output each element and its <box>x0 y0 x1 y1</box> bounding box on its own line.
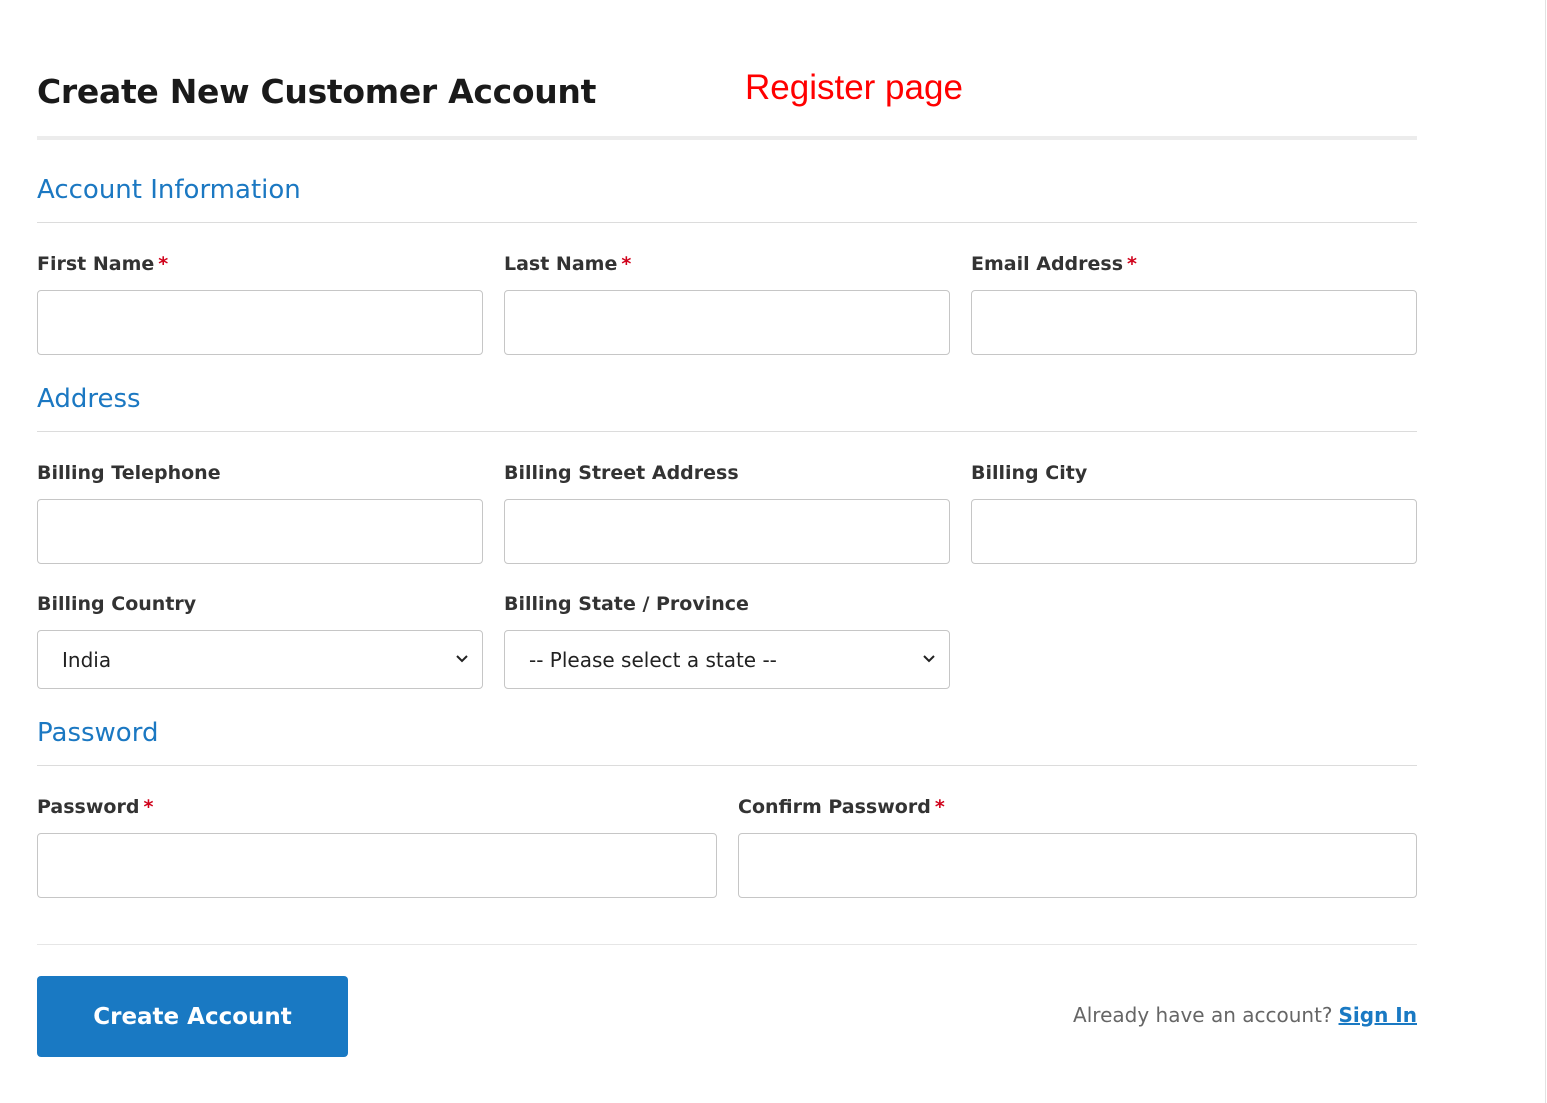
signin-prompt-row: Already have an account? Sign In <box>1073 1003 1417 1027</box>
billing-street-input[interactable] <box>504 499 950 564</box>
register-annotation: Register page <box>745 68 963 107</box>
billing-country-value: India <box>62 647 112 672</box>
last-name-label: Last Name * <box>504 253 632 275</box>
billing-telephone-field: Billing Telephone <box>37 460 483 564</box>
required-mark: * <box>934 796 945 818</box>
section-divider <box>37 431 1417 432</box>
section-title-password: Password <box>37 718 159 748</box>
first-name-label: First Name * <box>37 253 169 275</box>
billing-state-select[interactable]: -- Please select a state -- <box>504 630 950 689</box>
billing-telephone-input[interactable] <box>37 499 483 564</box>
create-account-button[interactable]: Create Account <box>37 976 348 1057</box>
confirm-password-label: Confirm Password * <box>738 796 945 818</box>
chevron-down-icon <box>456 655 468 663</box>
email-label: Email Address * <box>971 253 1137 275</box>
billing-country-label: Billing Country <box>37 593 197 615</box>
billing-country-select[interactable]: India <box>37 630 483 689</box>
first-name-field: First Name * <box>37 251 483 355</box>
password-field: Password * <box>37 794 717 898</box>
page-title: Create New Customer Account <box>37 72 597 111</box>
billing-state-field: Billing State / Province -- Please selec… <box>504 591 950 689</box>
billing-city-input[interactable] <box>971 499 1417 564</box>
section-title-address: Address <box>37 384 141 414</box>
signin-prompt-text: Already have an account? <box>1073 1003 1333 1027</box>
billing-country-field: Billing Country India <box>37 591 483 689</box>
confirm-password-input[interactable] <box>738 833 1417 898</box>
first-name-input[interactable] <box>37 290 483 355</box>
billing-street-label: Billing Street Address <box>504 462 739 484</box>
required-mark: * <box>158 253 169 275</box>
required-mark: * <box>1127 253 1137 275</box>
section-divider <box>37 765 1417 766</box>
section-title-account-information: Account Information <box>37 175 301 205</box>
email-field: Email Address * <box>971 251 1417 355</box>
sign-in-link[interactable]: Sign In <box>1339 1003 1417 1027</box>
billing-state-value: -- Please select a state -- <box>529 647 777 672</box>
password-input[interactable] <box>37 833 717 898</box>
password-label: Password * <box>37 796 154 818</box>
section-divider <box>37 222 1417 223</box>
billing-street-field: Billing Street Address <box>504 460 950 564</box>
email-input[interactable] <box>971 290 1417 355</box>
billing-telephone-label: Billing Telephone <box>37 462 221 484</box>
billing-city-label: Billing City <box>971 462 1088 484</box>
confirm-password-field: Confirm Password * <box>738 794 1417 898</box>
last-name-input[interactable] <box>504 290 950 355</box>
actions-divider <box>37 944 1417 945</box>
page-edge-divider <box>1545 0 1546 1103</box>
title-divider <box>37 136 1417 140</box>
required-mark: * <box>143 796 154 818</box>
billing-state-label: Billing State / Province <box>504 593 749 615</box>
required-mark: * <box>621 253 632 275</box>
billing-city-field: Billing City <box>971 460 1417 564</box>
chevron-down-icon <box>923 655 935 663</box>
last-name-field: Last Name * <box>504 251 950 355</box>
